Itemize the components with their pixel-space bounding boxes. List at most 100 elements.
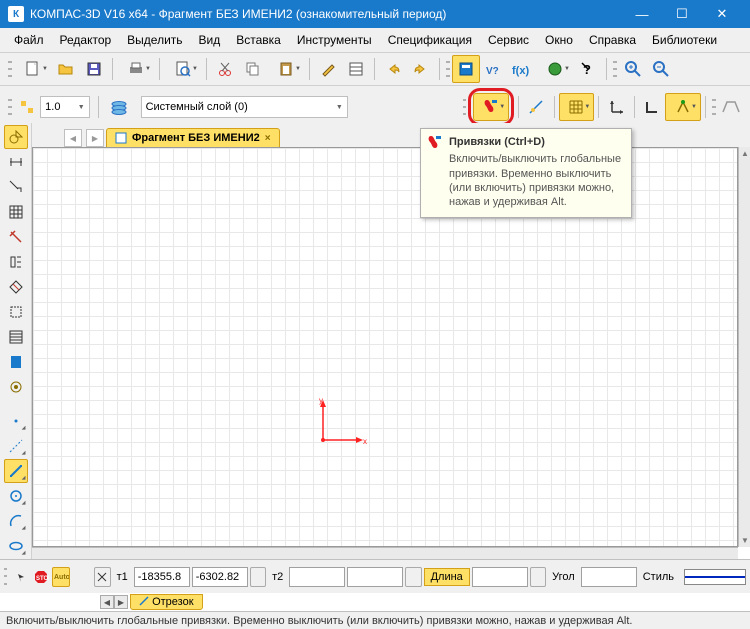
preview-button[interactable] (164, 55, 202, 83)
maximize-button[interactable]: ☐ (662, 0, 702, 28)
separator (309, 58, 310, 80)
insert-palette-button[interactable] (4, 375, 28, 399)
toolbar-grip[interactable] (712, 96, 716, 118)
separator (606, 58, 607, 80)
menu-window[interactable]: Окно (537, 30, 581, 50)
menu-select[interactable]: Выделить (119, 30, 190, 50)
table-palette-button[interactable] (4, 200, 28, 224)
prop-ang-toggle[interactable] (530, 567, 546, 587)
zoom-in-button[interactable] (619, 55, 647, 83)
menu-libs[interactable]: Библиотеки (644, 30, 725, 50)
prop-y2-input[interactable] (347, 567, 403, 587)
cut-button[interactable] (211, 55, 239, 83)
document-tab-close[interactable]: × (265, 133, 271, 144)
layer-combo[interactable]: Системный слой (0) (141, 96, 348, 118)
prop-tab-left[interactable]: ◀ (100, 595, 114, 609)
spec-palette-button[interactable] (4, 325, 28, 349)
snaps-button[interactable] (473, 93, 509, 121)
toolbar-grip[interactable] (446, 58, 450, 80)
lineweight-combo[interactable]: 1.0 (40, 96, 89, 118)
open-button[interactable] (52, 55, 80, 83)
arc-tool[interactable] (4, 509, 28, 533)
fx-button[interactable]: f(x) (508, 55, 536, 83)
grid-button[interactable] (559, 93, 595, 121)
zoom-out-button[interactable] (647, 55, 675, 83)
property-tab-active[interactable]: Отрезок (130, 594, 203, 610)
annotations-palette-button[interactable] (4, 175, 28, 199)
parametric-button[interactable] (523, 93, 549, 121)
tab-nav-right[interactable]: ▶ (86, 129, 104, 147)
properties-button[interactable] (342, 55, 370, 83)
ortho-button[interactable] (639, 93, 665, 121)
undo-button[interactable] (379, 55, 407, 83)
prop-style-swatch[interactable] (684, 569, 746, 585)
menu-view[interactable]: Вид (191, 30, 229, 50)
toolbar-grip[interactable] (4, 566, 7, 588)
help-button[interactable]: ? (574, 55, 602, 83)
globe-button[interactable] (536, 55, 574, 83)
param-palette-button[interactable] (4, 250, 28, 274)
dimension-palette-button[interactable] (4, 150, 28, 174)
prop-length-label[interactable]: Длина (424, 568, 470, 586)
paste-button[interactable] (267, 55, 305, 83)
close-button[interactable]: ✕ (702, 0, 742, 28)
prop-y1-input[interactable] (192, 567, 248, 587)
prop-stop-button[interactable]: STOP (32, 567, 50, 587)
circle-tool[interactable] (4, 484, 28, 508)
minimize-button[interactable]: — (622, 0, 662, 28)
edit-palette-button[interactable] (4, 225, 28, 249)
select-palette-button[interactable] (4, 300, 28, 324)
prop-xy-toggle[interactable] (94, 567, 110, 587)
copy-button[interactable] (239, 55, 267, 83)
property-tabs: ◀ ▶ Отрезок (100, 593, 205, 611)
save-button[interactable] (80, 55, 108, 83)
menu-bar: Файл Редактор Выделить Вид Вставка Инстр… (0, 28, 750, 53)
app-icon: К (8, 6, 24, 22)
redo-button[interactable] (407, 55, 435, 83)
horizontal-scrollbar[interactable] (32, 547, 738, 559)
sketch-button[interactable] (718, 93, 744, 121)
states-button[interactable] (14, 93, 40, 121)
prop-x1-input[interactable] (134, 567, 190, 587)
print-button[interactable] (117, 55, 155, 83)
reports-palette-button[interactable] (4, 350, 28, 374)
toolbar-grip[interactable] (613, 58, 617, 80)
layers-button[interactable] (103, 95, 135, 119)
geometry-palette-button[interactable] (4, 125, 28, 149)
drawing-canvas[interactable]: y x (32, 147, 738, 547)
toolbar-grip[interactable] (463, 96, 467, 118)
menu-insert[interactable]: Вставка (228, 30, 289, 50)
local-cs-button[interactable] (603, 93, 629, 121)
menu-help[interactable]: Справка (581, 30, 644, 50)
prop-auto-button[interactable]: Auto (52, 567, 70, 587)
manager-button[interactable] (452, 55, 480, 83)
round-button[interactable] (665, 93, 701, 121)
prop-len-toggle[interactable] (405, 567, 421, 587)
menu-spec[interactable]: Спецификация (380, 30, 480, 50)
toolbar-grip[interactable] (8, 96, 12, 118)
svg-text:y: y (319, 396, 323, 405)
prop-t2-toggle[interactable] (250, 567, 266, 587)
document-tab-active[interactable]: Фрагмент БЕЗ ИМЕНИ2 × (106, 128, 280, 147)
segment-tool[interactable] (4, 459, 28, 483)
variables-button[interactable]: V? (480, 55, 508, 83)
prop-tab-right[interactable]: ▶ (114, 595, 128, 609)
prop-angle-input[interactable] (581, 567, 637, 587)
tab-nav-left[interactable]: ◀ (64, 129, 82, 147)
menu-service[interactable]: Сервис (480, 30, 537, 50)
ellipse-tool[interactable] (4, 534, 28, 558)
menu-tools[interactable]: Инструменты (289, 30, 380, 50)
vertical-scrollbar[interactable] (738, 147, 750, 547)
document-tabs: ◀ ▶ Фрагмент БЕЗ ИМЕНИ2 × (32, 123, 750, 147)
menu-file[interactable]: Файл (6, 30, 52, 50)
menu-editor[interactable]: Редактор (52, 30, 120, 50)
toolbar-grip[interactable] (8, 58, 12, 80)
prop-arrow-button[interactable] (13, 567, 29, 587)
point-tool[interactable] (4, 409, 28, 433)
measure-palette-button[interactable] (4, 275, 28, 299)
prop-length-input[interactable] (472, 567, 528, 587)
brush-button[interactable] (314, 55, 342, 83)
new-doc-button[interactable] (14, 55, 52, 83)
prop-x2-input[interactable] (289, 567, 345, 587)
aux-line-tool[interactable] (4, 434, 28, 458)
